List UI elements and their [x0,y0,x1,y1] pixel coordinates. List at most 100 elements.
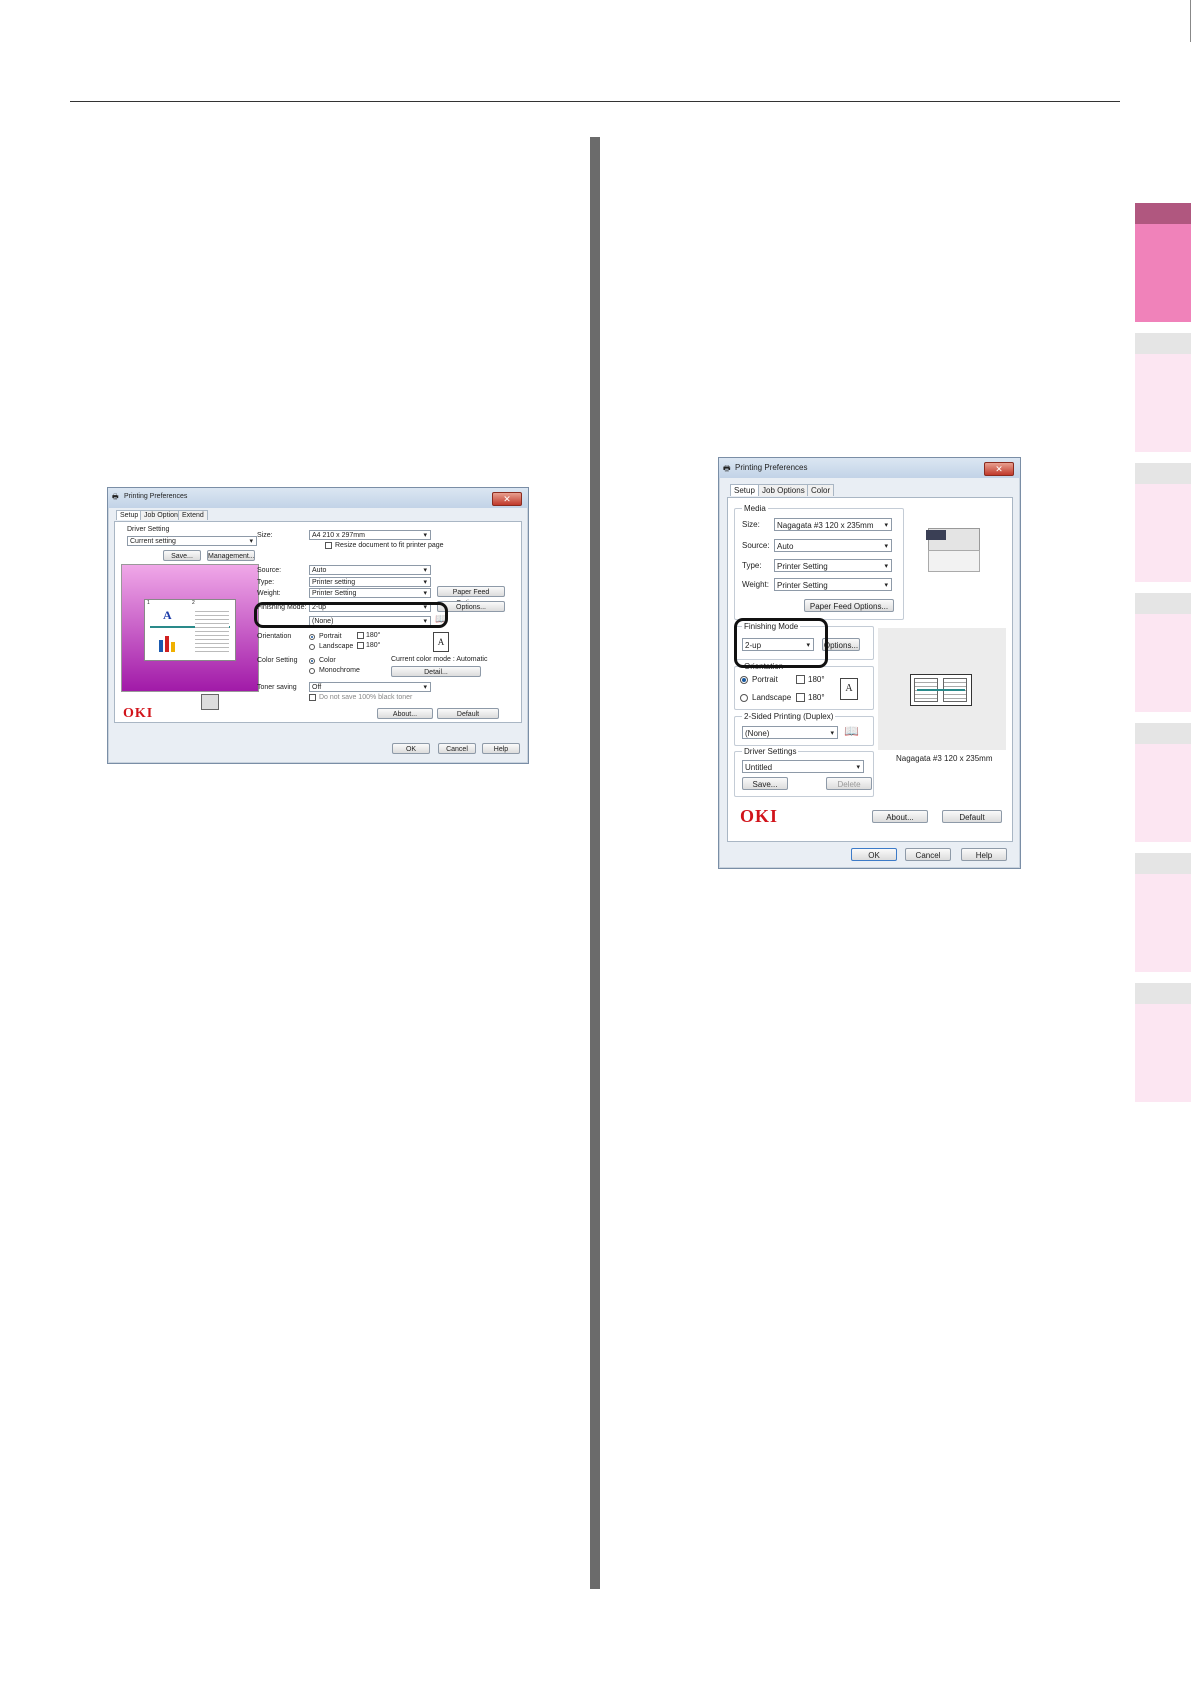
dialog-title: Printing Preferences [735,463,808,472]
landscape-radio[interactable] [309,644,315,650]
preview-caption: Nagagata #3 120 x 235mm [896,754,993,763]
resize-checkbox-label: Resize document to fit printer page [335,542,444,549]
column-divider [590,137,600,1589]
source-label: Source: [742,541,770,550]
header-rule [70,101,1120,102]
detail-button[interactable]: Detail... [391,666,481,677]
save-button[interactable]: Save... [163,550,201,561]
chapter-tab-5[interactable] [1135,723,1191,842]
default-button[interactable]: Default [942,810,1002,823]
type-select[interactable]: Printer setting [309,577,431,588]
delete-button[interactable]: Delete [826,777,872,790]
rotate-180-label: 180° [808,693,825,702]
ok-button[interactable]: OK [392,743,430,754]
color-setting-label: Color Setting [257,657,298,664]
toner-checkbox[interactable] [309,694,316,701]
finishing-mode-callout [734,618,828,668]
size-label: Size: [257,532,273,539]
driver-setting-label: Driver Setting [127,526,170,533]
toner-checkbox-label: Do not save 100% black toner [319,694,413,701]
cancel-button[interactable]: Cancel [438,743,476,754]
dialog-titlebar[interactable]: 🖶 Printing Preferences ✕ [719,458,1020,478]
preview-sheet: 1 2 A [144,599,236,661]
rotate-180-checkbox[interactable] [357,632,364,639]
source-select[interactable]: Auto [774,539,892,553]
weight-select[interactable]: Printer Setting [774,578,892,592]
booklet-icon: 📖 [844,724,859,738]
about-button[interactable]: About... [872,810,928,823]
layout-preview [878,628,1006,750]
orientation-preview-icon: A [433,632,449,652]
help-button[interactable]: Help [482,743,520,754]
about-button[interactable]: About... [377,708,433,719]
preview-letter: A [163,608,172,622]
printer-icon: 🖶 [112,494,119,501]
chapter-tab-4[interactable] [1135,593,1191,712]
driver-settings-select[interactable]: Untitled [742,760,864,774]
size-select[interactable]: Nagagata #3 120 x 235mm [774,518,892,532]
paper-feed-options-button[interactable]: Paper Feed Options... [437,586,505,607]
rotate-180-label: 180° [366,632,381,639]
source-select[interactable]: Auto [309,565,431,576]
duplex-select[interactable]: (None) [742,726,838,740]
type-select[interactable]: Printer Setting [774,559,892,573]
printer-icon: 🖶 [723,464,731,473]
tab-setup[interactable]: Setup [116,510,143,520]
rotate-180-checkbox[interactable] [357,642,364,649]
tab-extend[interactable]: Extend [178,510,208,520]
color-radio[interactable] [309,658,315,664]
printer-icon[interactable] [201,694,219,710]
weight-label: Weight: [257,590,281,597]
default-button[interactable]: Default [437,708,499,719]
preview-bar [171,642,175,652]
duplex-label: 2-Sided Printing (Duplex) [742,712,836,721]
type-label: Type: [742,561,762,570]
oki-logo: OKI [123,706,154,721]
chapter-tab-1[interactable] [1135,203,1191,322]
orientation-preview-icon: A [840,678,858,700]
chapter-tab-7[interactable] [1135,983,1191,1102]
tab-job-options[interactable]: Job Options [758,484,809,496]
close-button[interactable]: ✕ [492,492,522,506]
preview-bar [165,636,169,652]
dialog-titlebar[interactable]: 🖶 Printing Preferences ✕ [108,488,528,508]
ok-button[interactable]: OK [851,848,897,861]
portrait-radio[interactable] [740,676,748,684]
portrait-radio[interactable] [309,634,315,640]
rotate-180-label: 180° [366,642,381,649]
layout-preview: 1 2 A [121,564,259,692]
preview-sheet [910,674,972,706]
monochrome-label: Monochrome [319,667,360,674]
orientation-label: Orientation [257,633,292,640]
printer-image [924,522,982,572]
chapter-tab-2[interactable] [1135,333,1191,452]
size-select[interactable]: A4 210 x 297mm [309,530,431,541]
weight-label: Weight: [742,580,769,589]
help-button[interactable]: Help [961,848,1007,861]
dialog-title: Printing Preferences [124,493,188,500]
save-button[interactable]: Save... [742,777,788,790]
landscape-radio[interactable] [740,694,748,702]
toner-saving-label: Toner saving [257,684,297,691]
cancel-button[interactable]: Cancel [905,848,951,861]
finishing-mode-callout [254,602,448,628]
resize-checkbox[interactable] [325,542,332,549]
preview-bar [159,640,163,652]
chapter-tab-6[interactable] [1135,853,1191,972]
driver-setting-select[interactable]: Current setting [127,536,257,547]
rotate-180-checkbox[interactable] [796,693,805,702]
media-label: Media [742,504,768,513]
close-button[interactable]: ✕ [984,462,1014,476]
chapter-tab-3[interactable] [1135,463,1191,582]
tab-color[interactable]: Color [807,484,835,496]
portrait-label: Portrait [319,633,342,640]
paper-feed-options-button[interactable]: Paper Feed Options... [804,599,894,612]
monochrome-radio[interactable] [309,668,315,674]
rotate-180-checkbox[interactable] [796,675,805,684]
landscape-label: Landscape [752,693,792,702]
toner-saving-select[interactable]: Off [309,682,431,693]
driver-settings-label: Driver Settings [742,747,799,756]
tab-setup[interactable]: Setup [730,484,759,496]
management-button[interactable]: Management... [207,550,255,561]
weight-select[interactable]: Printer Setting [309,588,431,599]
